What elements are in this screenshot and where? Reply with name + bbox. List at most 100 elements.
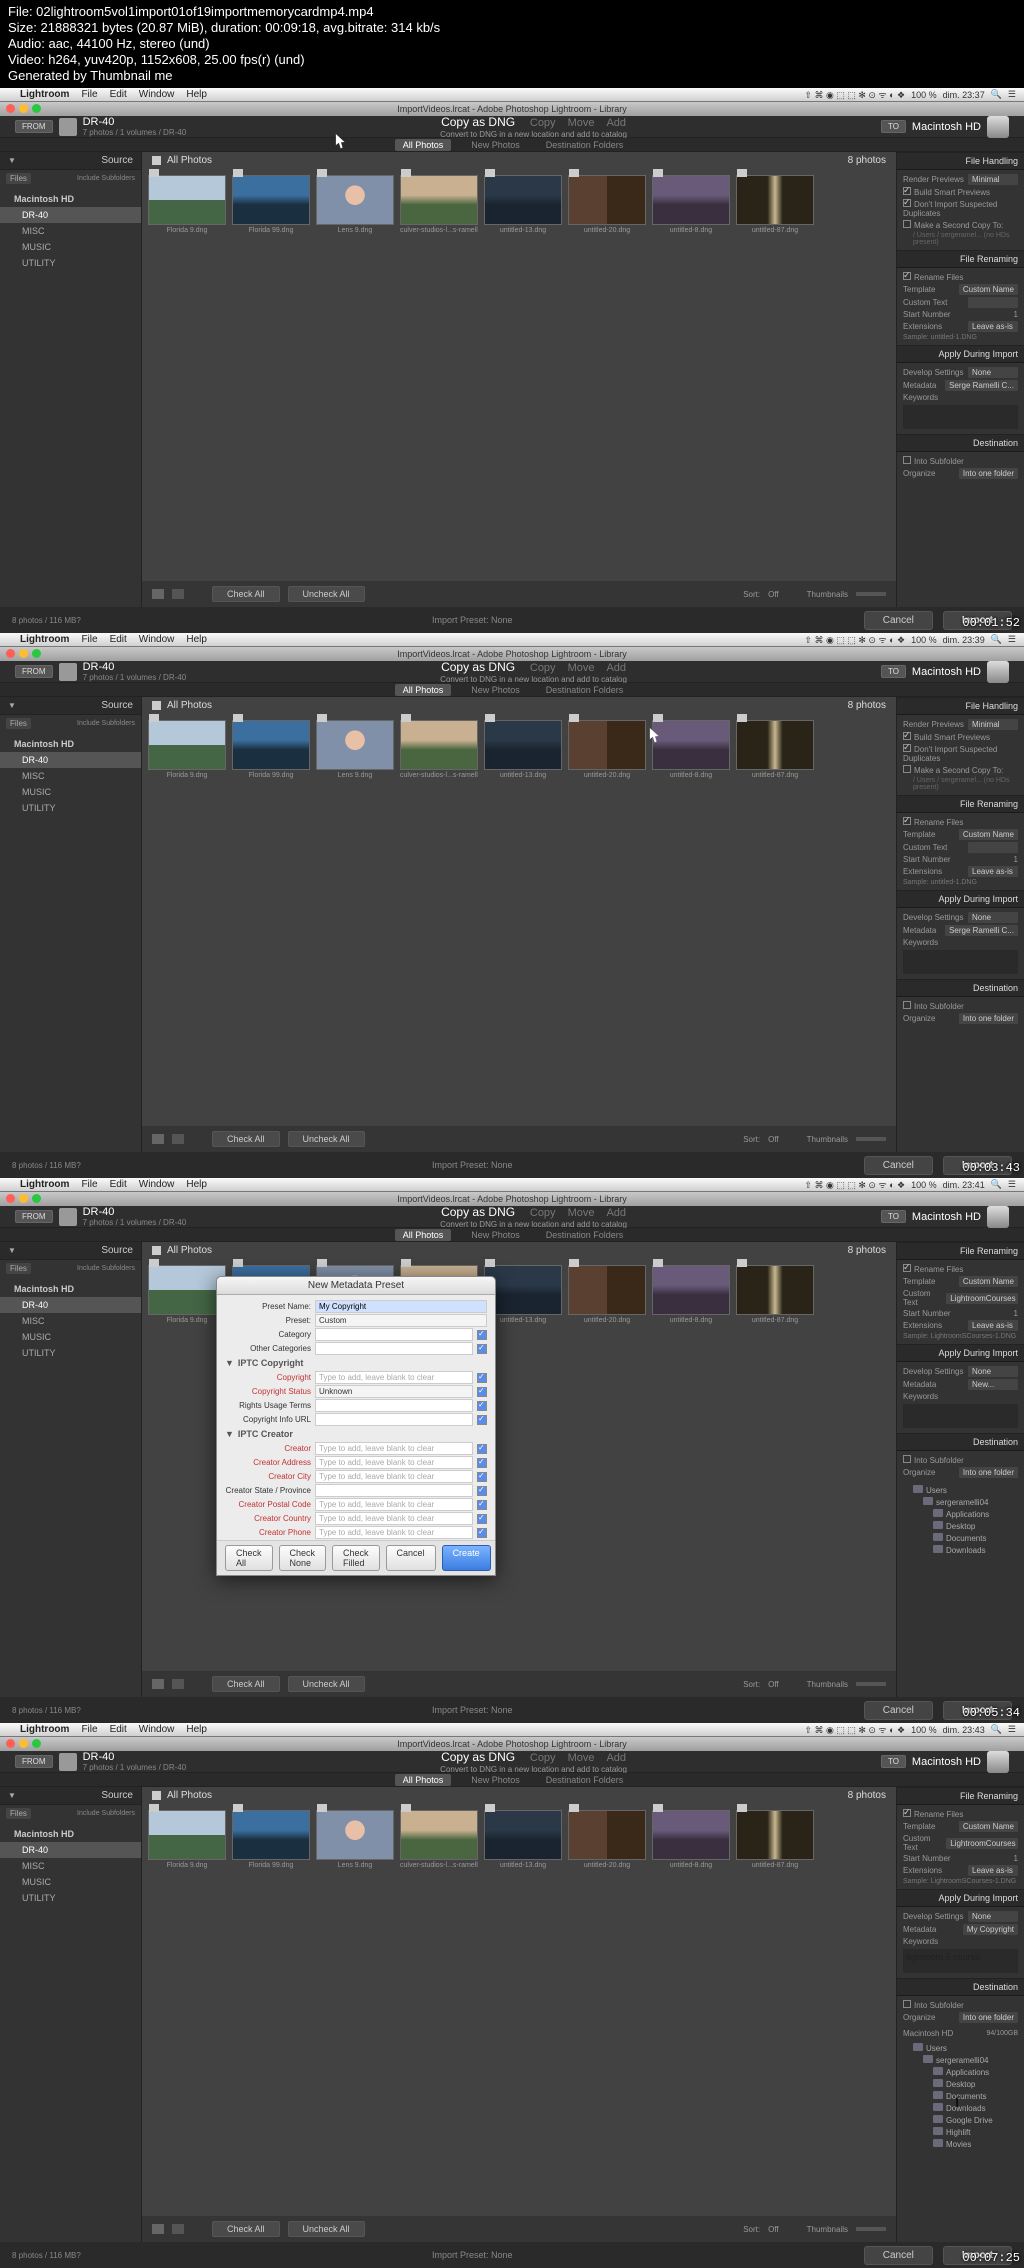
tree-item[interactable]: Highlift [901,2126,1020,2138]
check-all-button[interactable]: Check All [212,2221,280,2237]
modal-check-filled[interactable]: Check Filled [332,1545,380,1571]
copy-as-dng[interactable]: Copy as DNG [441,115,515,129]
thumbnail[interactable] [232,175,310,225]
spotlight-icon[interactable]: 🔍 [991,634,1002,645]
thumb-size-slider[interactable] [856,1137,886,1141]
menubar-icons[interactable]: ⇧ ⌘ ◉ ⬚ ⬚ ✻ ⊙ ᯤ ◐ ❖ [804,1723,905,1736]
app-name[interactable]: Lightroom [20,89,69,100]
check-all-button[interactable]: Check All [212,1676,280,1692]
tree-item[interactable]: Documents [901,2090,1020,2102]
spotlight-icon[interactable]: 🔍 [991,1724,1002,1735]
tree-item[interactable]: Google Drive [901,2114,1020,2126]
loupe-view-icon[interactable] [172,589,184,599]
preset-name-input[interactable] [315,1300,487,1313]
mac-menubar[interactable]: Lightroom File Edit Window Help ⇧ ⌘ ◉ ⬚ … [0,1723,1024,1737]
check-all-button[interactable]: Check All [212,1131,280,1147]
thumbnail[interactable] [316,1810,394,1860]
menu-icon[interactable]: ☰ [1008,1179,1016,1190]
modal-cancel[interactable]: Cancel [386,1545,436,1571]
keywords-input[interactable] [903,1404,1018,1428]
to-button[interactable]: TO [881,1755,906,1768]
menubar-icons[interactable]: ⇧ ⌘ ◉ ⬚ ⬚ ✻ ⊙ ᯤ ◐ ❖ [804,1178,905,1191]
keywords-input[interactable] [903,405,1018,429]
grid-view-icon[interactable] [152,1134,164,1144]
from-button[interactable]: FROM [15,120,53,133]
from-button[interactable]: FROM [15,1210,53,1223]
cancel-button[interactable]: Cancel [864,1156,933,1175]
source-dr40[interactable]: DR-40 [0,752,141,768]
thumbnail[interactable] [736,175,814,225]
modal-create[interactable]: Create [442,1545,491,1571]
source-dr40[interactable]: DR-40 [0,207,141,223]
loupe-view-icon[interactable] [172,1679,184,1689]
thumbnail[interactable] [568,1810,646,1860]
menu-icon[interactable]: ☰ [1008,634,1016,645]
tree-item[interactable]: Movies [901,2138,1020,2150]
source-dr40[interactable]: DR-40 [0,1842,141,1858]
to-button[interactable]: TO [881,120,906,133]
thumbnail[interactable] [736,1810,814,1860]
from-button[interactable]: FROM [15,665,53,678]
thumbnail[interactable] [568,720,646,770]
tree-item[interactable]: Users [901,2042,1020,2054]
uncheck-all-button[interactable]: Uncheck All [288,1676,365,1692]
thumb-size-slider[interactable] [856,2227,886,2231]
thumbnail[interactable] [484,1810,562,1860]
thumbnail[interactable] [316,175,394,225]
keywords-input[interactable]: lightroom 5 course [903,1949,1018,1973]
cancel-button[interactable]: Cancel [864,2246,933,2265]
to-button[interactable]: TO [881,1210,906,1223]
spotlight-icon[interactable]: 🔍 [991,89,1002,100]
loupe-view-icon[interactable] [172,1134,184,1144]
thumbnail[interactable] [736,1265,814,1315]
app-name[interactable]: Lightroom [20,1724,69,1735]
from-button[interactable]: FROM [15,1755,53,1768]
thumbnail[interactable] [568,1265,646,1315]
thumbnail[interactable] [232,1810,310,1860]
thumbnail[interactable] [736,720,814,770]
thumbnail[interactable] [400,175,478,225]
grid-view-icon[interactable] [152,589,164,599]
thumbnail[interactable] [400,1810,478,1860]
cancel-button[interactable]: Cancel [864,1701,933,1720]
thumbnail[interactable] [652,175,730,225]
app-name[interactable]: Lightroom [20,634,69,645]
tree-item[interactable]: Downloads [901,2102,1020,2114]
thumbnail[interactable] [484,720,562,770]
mac-menubar[interactable]: Lightroom File Edit Window Help ⇧ ⌘ ◉ ⬚ … [0,88,1024,102]
thumbnail[interactable] [148,1810,226,1860]
thumbnail[interactable] [232,720,310,770]
spotlight-icon[interactable]: 🔍 [991,1179,1002,1190]
menubar-icons[interactable]: ⇧ ⌘ ◉ ⬚ ⬚ ✻ ⊙ ᯤ ◐ ❖ [804,88,905,101]
menubar-icons[interactable]: ⇧ ⌘ ◉ ⬚ ⬚ ✻ ⊙ ᯤ ◐ ❖ [804,633,905,646]
thumbnail[interactable] [568,175,646,225]
copy-as-dng[interactable]: Copy as DNG [441,1750,515,1764]
source-dr40[interactable]: DR-40 [0,1297,141,1313]
thumbnail[interactable] [400,720,478,770]
menu-icon[interactable]: ☰ [1008,89,1016,100]
menu-icon[interactable]: ☰ [1008,1724,1016,1735]
grid-view-icon[interactable] [152,2224,164,2234]
thumb-size-slider[interactable] [856,1682,886,1686]
thumbnail[interactable] [484,175,562,225]
cancel-button[interactable]: Cancel [864,611,933,630]
to-button[interactable]: TO [881,665,906,678]
tree-item[interactable]: Applications [901,2066,1020,2078]
thumbnail[interactable] [652,1265,730,1315]
thumbnail[interactable] [148,175,226,225]
uncheck-all-button[interactable]: Uncheck All [288,1131,365,1147]
thumbnail[interactable] [148,720,226,770]
mac-menubar[interactable]: Lightroom File Edit Window Help ⇧ ⌘ ◉ ⬚ … [0,633,1024,647]
thumbnail[interactable] [652,1810,730,1860]
tree-item[interactable]: Desktop [901,2078,1020,2090]
mac-menubar[interactable]: Lightroom File Edit Window Help ⇧ ⌘ ◉ ⬚ … [0,1178,1024,1192]
copy-as-dng[interactable]: Copy as DNG [441,660,515,674]
check-all-button[interactable]: Check All [212,586,280,602]
keywords-input[interactable] [903,950,1018,974]
copy-as-dng[interactable]: Copy as DNG [441,1205,515,1219]
modal-check-all[interactable]: Check All [225,1545,273,1571]
uncheck-all-button[interactable]: Uncheck All [288,586,365,602]
app-name[interactable]: Lightroom [20,1179,69,1190]
grid-view-icon[interactable] [152,1679,164,1689]
thumbnail[interactable] [316,720,394,770]
